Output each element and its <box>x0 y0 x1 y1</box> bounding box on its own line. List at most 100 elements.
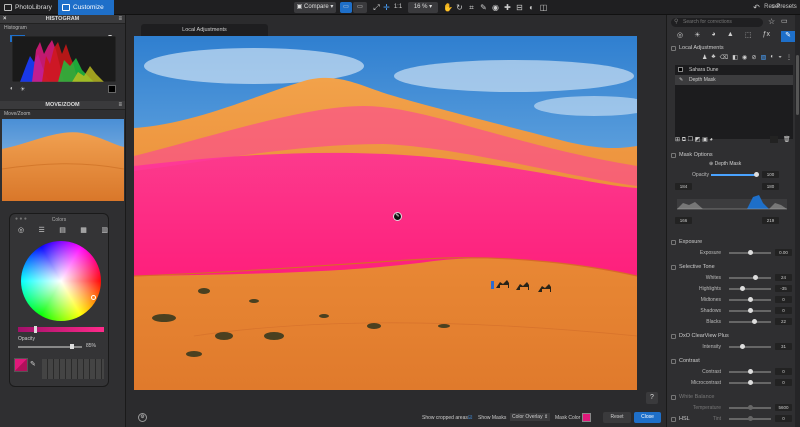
slider-value[interactable]: 0 <box>775 379 792 386</box>
settings-icon[interactable]: ⚙ <box>138 413 147 422</box>
crosshair-icon[interactable]: ✛ <box>382 3 391 12</box>
section-header-2[interactable]: DxO ClearView Plus <box>667 332 795 341</box>
luminance-mask-icon[interactable]: ◐ <box>770 54 774 61</box>
show-cropped-label[interactable]: Show cropped areas <box>422 415 468 421</box>
image-palette-icon[interactable]: ▦ <box>80 226 87 234</box>
slider-track[interactable] <box>729 346 771 348</box>
show-masks-label[interactable]: Show Masks <box>478 415 506 421</box>
crop-icon[interactable]: ⌗ <box>467 3 476 12</box>
add-layer-icon[interactable]: ⊞ <box>675 137 680 143</box>
slider-value[interactable]: 0.00 <box>775 249 792 256</box>
color-mask-icon[interactable]: ◒ <box>778 54 782 61</box>
highlight-clip-icon[interactable]: ☀ <box>20 86 25 93</box>
slider-value[interactable]: 24 <box>775 274 792 281</box>
eyedropper-icon[interactable]: ✎ <box>30 360 36 368</box>
range-low2-value[interactable]: 166 <box>675 217 692 224</box>
zoom-select[interactable]: 16 % ▾ <box>408 2 438 13</box>
slider-value[interactable]: 5600 <box>775 404 792 411</box>
slider-value[interactable]: 31 <box>775 343 792 350</box>
horizon-icon[interactable]: ⊟ <box>515 3 524 12</box>
slider-value[interactable]: 22 <box>775 318 792 325</box>
eye-icon[interactable]: ◕ <box>709 137 713 143</box>
reset-button[interactable]: Reset <box>603 412 631 423</box>
mask-show-icon[interactable]: ▣ <box>702 137 708 143</box>
panel-menu-icon[interactable]: ≡ <box>118 15 122 24</box>
depth-range-graph[interactable] <box>677 193 787 213</box>
tab-customize[interactable]: Customize <box>58 0 114 15</box>
pencils-icon[interactable]: ▥ <box>101 226 108 234</box>
panel-menu-icon[interactable]: ≡ <box>118 101 122 110</box>
slider-value[interactable]: 0 <box>775 307 792 314</box>
close-button[interactable]: Close <box>634 412 661 423</box>
rotate-icon[interactable]: ↻ <box>455 3 464 12</box>
mask-color-swatch[interactable] <box>582 413 591 422</box>
eyedropper-icon[interactable]: ✎ <box>479 3 488 12</box>
opacity-slider[interactable] <box>711 174 757 176</box>
slider-knob[interactable] <box>747 297 753 302</box>
undo-icon[interactable]: ↶ <box>752 3 761 12</box>
help-button[interactable]: ? <box>646 392 658 404</box>
section-header-3[interactable]: Contrast <box>667 357 795 366</box>
presets-button[interactable]: ≡ Presets <box>770 3 798 12</box>
sliders-icon[interactable]: ☰ <box>39 226 45 234</box>
close-icon[interactable]: × <box>3 15 7 24</box>
current-color-swatch[interactable] <box>14 358 28 372</box>
opacity-value[interactable]: 100 <box>762 171 779 178</box>
slider-knob[interactable] <box>752 275 758 280</box>
range-high-value[interactable]: 180 <box>762 183 779 190</box>
section-toggle-icon[interactable] <box>671 395 676 400</box>
slider-knob[interactable] <box>739 344 745 349</box>
copy-icon[interactable]: ❐ <box>688 137 693 143</box>
color-wheel[interactable] <box>21 241 101 321</box>
invert-icon[interactable]: ◩ <box>695 137 701 143</box>
section-toggle-icon[interactable] <box>671 240 676 245</box>
hsl-section-header[interactable]: HSL <box>667 415 795 424</box>
auto-mask-icon[interactable]: ♣ <box>712 54 716 61</box>
repair-icon[interactable]: ✚ <box>503 3 512 12</box>
navigator-thumbnail[interactable] <box>2 119 124 201</box>
layer-item[interactable]: Sahara Dune <box>675 65 793 75</box>
palettes-icon[interactable]: ▤ <box>59 226 66 234</box>
crop-fit-icon[interactable]: ⤢ <box>372 3 381 12</box>
eraser-icon[interactable]: ⌫ <box>720 54 728 61</box>
preview-icon[interactable]: ◫ <box>539 3 548 12</box>
overlay-mode-select[interactable]: Color Overlay ⇕ <box>510 413 551 421</box>
section-header-4[interactable]: White Balance <box>667 393 795 402</box>
section-toggle-icon[interactable] <box>671 417 676 422</box>
detail-icon[interactable]: ▲ <box>727 31 734 42</box>
brush-icon[interactable]: ♟ <box>702 54 707 61</box>
compare-button[interactable]: ▣ Compare ▾ <box>294 2 336 13</box>
duplicate-icon[interactable]: ⧉ <box>682 137 686 143</box>
window-controls-icon[interactable]: ● ● ● <box>15 216 27 222</box>
background-swatch[interactable] <box>108 85 116 93</box>
section-header-0[interactable]: Exposure <box>667 238 795 247</box>
light-icon[interactable]: ☀ <box>694 31 700 42</box>
depth-mask-icon[interactable]: ▨ <box>761 54 767 61</box>
trash-icon[interactable]: 🗑 <box>783 136 791 143</box>
red-eye-icon[interactable]: ◉ <box>491 3 500 12</box>
slider-value[interactable]: 0 <box>775 296 792 303</box>
slider-knob[interactable] <box>747 380 753 385</box>
opacity-knob[interactable] <box>754 172 759 177</box>
one-to-one-button[interactable]: 1:1 <box>392 3 404 12</box>
section-header-1[interactable]: Selective Tone <box>667 263 795 272</box>
control-point-icon[interactable]: ◉ <box>742 54 747 61</box>
tab-photolibrary[interactable]: PhotoLibrary <box>0 0 54 15</box>
slider-track[interactable] <box>729 277 771 279</box>
slider-knob[interactable] <box>747 405 753 410</box>
collapse-icon[interactable] <box>671 153 676 158</box>
control-line-icon[interactable]: ⊘ <box>751 54 756 61</box>
shadow-clip-icon[interactable]: ◐ <box>10 86 14 92</box>
hand-icon[interactable]: ✋ <box>443 3 453 12</box>
local-adjustments-tab-icon[interactable]: ✎ <box>781 31 795 42</box>
gradient-icon[interactable]: ◧ <box>732 54 738 61</box>
section-toggle-icon[interactable] <box>671 334 676 339</box>
split-view-button[interactable]: ▭ <box>353 2 367 13</box>
slider-knob[interactable] <box>747 308 753 313</box>
fx-icon[interactable]: ƒx <box>763 31 770 42</box>
slider-value[interactable]: 0 <box>775 368 792 375</box>
range-low-value[interactable]: 184 <box>675 183 692 190</box>
mask-icon[interactable]: ◐ <box>527 3 536 12</box>
scrollbar[interactable] <box>795 15 800 427</box>
slider-track[interactable] <box>729 288 771 290</box>
